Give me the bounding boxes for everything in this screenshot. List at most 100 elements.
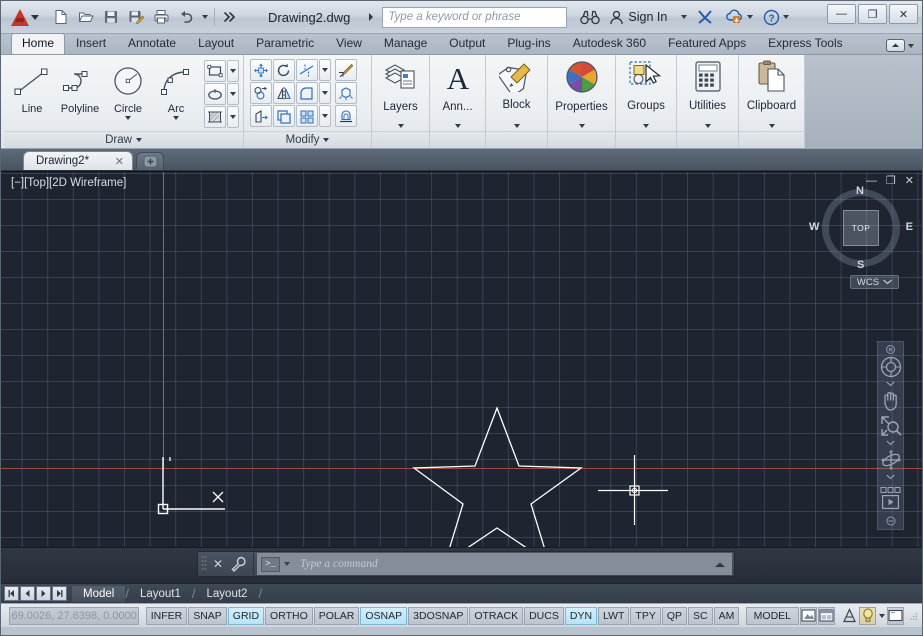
pan-tool[interactable] [878,388,903,413]
erase-tool[interactable] [335,105,357,127]
groups-dropdown[interactable] [616,124,676,128]
tab-featured-apps[interactable]: Featured Apps [657,33,757,54]
status-toggle-dyn[interactable]: DYN [565,607,597,625]
workspace-dropdown-icon[interactable] [877,607,887,625]
chevron-down-icon[interactable] [284,562,290,566]
exchange-apps-icon[interactable] [697,9,715,25]
tab-autodesk-360[interactable]: Autodesk 360 [562,33,657,54]
ellipse-dropdown[interactable] [227,83,239,105]
arc-tool[interactable]: Arc [152,59,200,120]
steering-wheel-dropdown[interactable] [886,379,895,388]
tab-output[interactable]: Output [438,33,496,54]
hatch-tool[interactable] [204,106,226,128]
status-toggle-ortho[interactable]: ORTHO [265,607,313,625]
stretch-tool[interactable] [250,105,272,127]
ucs-selector[interactable]: WCS [850,275,899,289]
color-wheel-icon[interactable] [565,60,599,99]
viewport-close-icon[interactable]: ✕ [905,175,914,187]
line-tool[interactable]: Line [8,59,56,115]
status-toggle-otrack[interactable]: OTRACK [469,607,523,625]
command-options-button[interactable] [228,556,250,572]
search-input[interactable]: Type a keyword or phrase [382,7,567,28]
rectangle-tool[interactable] [204,60,226,82]
minimize-ribbon-button[interactable] [886,39,914,52]
clipboard-dropdown[interactable] [739,124,804,128]
viewcube-north-label[interactable]: N [856,185,864,197]
status-toggle-lwt[interactable]: LWT [598,607,629,625]
zoom-dropdown[interactable] [886,438,895,447]
steering-wheel-tool[interactable] [878,354,903,379]
status-toggle-infer[interactable]: INFER [146,607,188,625]
status-toggle-tpy[interactable]: TPY [630,607,660,625]
star-polygon[interactable] [409,400,589,547]
rectangle-dropdown[interactable] [227,60,239,82]
quick-view-layouts-icon[interactable] [800,607,817,625]
layers-icon[interactable] [383,60,419,99]
layers-dropdown[interactable] [372,124,429,128]
qat-more-button[interactable] [218,5,242,29]
viewcube-west-label[interactable]: W [809,221,819,233]
viewport-label[interactable]: [−][Top][2D Wireframe] [11,177,126,189]
calculator-icon[interactable] [693,60,723,98]
mirror-tool[interactable] [273,82,295,104]
viewcube[interactable]: TOP N S W E [822,189,900,267]
trim-dropdown[interactable] [319,59,331,81]
text-A-icon[interactable]: A [441,60,475,99]
close-button[interactable]: ✕ [889,4,918,24]
autodesk-360-icon[interactable] [725,9,753,25]
minimize-button[interactable]: — [827,4,856,24]
layout-tab-layout1[interactable]: Layout1 [129,586,192,602]
drawing-canvas[interactable]: [−][Top][2D Wireframe] — ❐ ✕ [1,171,922,547]
tab-parametric[interactable]: Parametric [245,33,325,54]
layout-tab-layout2[interactable]: Layout2 [196,586,259,602]
rotate-tool[interactable] [273,59,295,81]
fillet-dropdown[interactable] [319,82,331,104]
new-tab-button[interactable] [136,152,164,170]
array-tool[interactable] [296,105,318,127]
viewcube-east-label[interactable]: E [906,221,913,233]
circle-tool[interactable]: Circle [104,59,152,120]
status-toggle-osnap[interactable]: OSNAP [360,607,407,625]
copy-tool[interactable] [250,82,272,104]
match-properties-tool[interactable] [335,59,357,81]
viewport-minimize-icon[interactable]: — [866,175,877,187]
fillet-tool[interactable] [296,82,318,104]
workspace-switching-icon[interactable] [859,607,875,625]
command-close-button[interactable]: ✕ [208,557,228,571]
model-space-button[interactable]: MODEL [746,607,799,625]
first-layout-button[interactable] [4,586,19,601]
viewport-restore-icon[interactable]: ❐ [886,175,896,187]
tab-insert[interactable]: Insert [65,33,117,54]
properties-dropdown[interactable] [548,124,615,128]
plot-button[interactable] [149,5,173,29]
orbit-dropdown[interactable] [886,472,895,481]
maximize-button[interactable]: ❐ [858,4,887,24]
sign-in-button[interactable]: Sign In [609,10,667,25]
panel-title-modify[interactable]: Modify [244,131,371,148]
status-toggle-grid[interactable]: GRID [228,607,264,625]
annotation-scale-icon[interactable] [841,607,858,625]
chevron-down-icon[interactable] [125,116,131,120]
status-toggle-sc[interactable]: SC [688,607,713,625]
explode-tool[interactable] [335,82,357,104]
hatch-dropdown[interactable] [227,106,239,128]
previous-layout-button[interactable] [20,586,35,601]
undo-dropdown-button[interactable] [199,5,211,29]
chevron-down-icon[interactable] [173,116,179,120]
status-toggle-3dosnap[interactable]: 3DOSNAP [408,607,468,625]
tab-layout[interactable]: Layout [187,33,245,54]
next-layout-button[interactable] [36,586,51,601]
tab-express-tools[interactable]: Express Tools [757,33,853,54]
hardware-acceleration-icon[interactable] [887,607,904,625]
polyline-tool[interactable]: Polyline [56,59,104,115]
help-button[interactable]: ? [763,9,789,26]
undo-button[interactable] [174,5,198,29]
annotation-dropdown[interactable] [430,124,485,128]
quick-view-drawings-icon[interactable] [818,607,835,625]
tab-view[interactable]: View [325,33,373,54]
utilities-dropdown[interactable] [677,124,738,128]
open-file-button[interactable] [74,5,98,29]
viewcube-south-label[interactable]: S [857,259,864,271]
panel-title-draw[interactable]: Draw [4,131,243,148]
status-toggle-ducs[interactable]: DUCS [524,607,564,625]
